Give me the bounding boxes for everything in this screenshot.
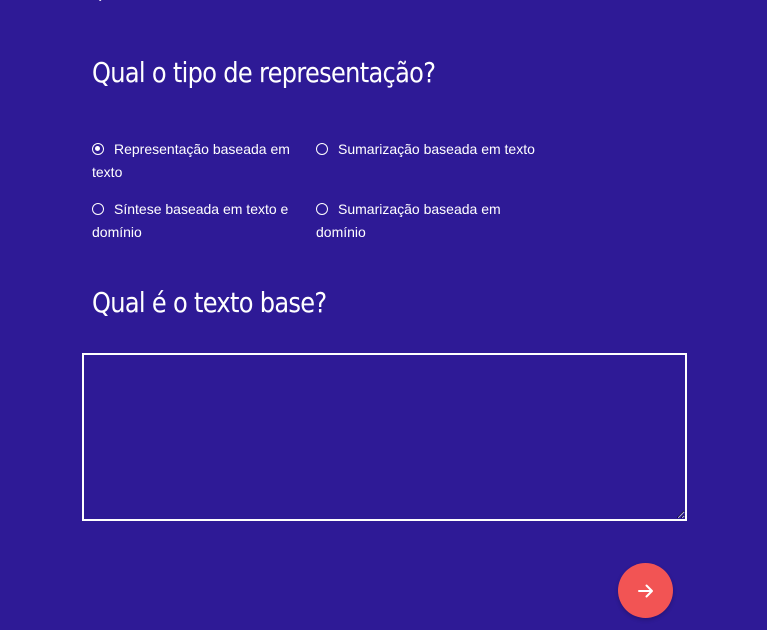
radio-unchecked-icon[interactable] [316, 203, 328, 215]
radio-unchecked-icon[interactable] [92, 203, 104, 215]
arrow-right-icon [637, 584, 653, 597]
radio-unchecked-icon[interactable] [316, 143, 328, 155]
radio-option-sintese-texto-dominio[interactable]: Síntese baseada em texto e domínio [92, 198, 314, 244]
question-representation-type: Qual o tipo de representação? [92, 56, 436, 89]
radio-option-sumarizacao-dominio[interactable]: Sumarização baseada em domínio [316, 198, 538, 244]
top-partial-glyph: ⌄ [96, 0, 104, 4]
radio-option-representacao-texto[interactable]: Representação baseada em texto [92, 138, 314, 184]
radio-label: Sumarização baseada em texto [338, 141, 535, 157]
base-text-input[interactable] [82, 353, 687, 521]
question-base-text: Qual é o texto base? [92, 286, 327, 319]
radio-label: Representação baseada em texto [92, 141, 290, 180]
radio-label: Síntese baseada em texto e domínio [92, 201, 289, 240]
submit-button[interactable] [618, 563, 673, 618]
radio-option-sumarizacao-texto[interactable]: Sumarização baseada em texto [316, 138, 538, 161]
radio-label: Sumarização baseada em domínio [316, 201, 501, 240]
radio-checked-icon[interactable] [92, 143, 104, 155]
